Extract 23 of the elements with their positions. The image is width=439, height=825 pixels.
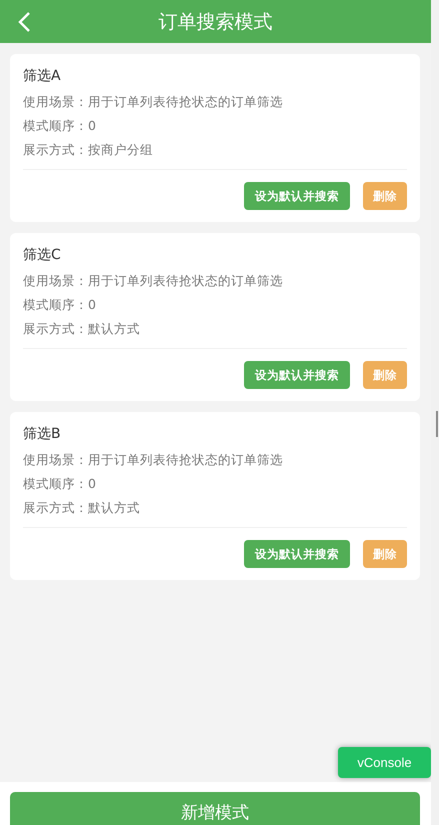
set-default-search-button[interactable]: 设为默认并搜索 [244, 540, 350, 568]
mode-detail: 使用场景：用于订单列表待抢状态的订单筛选 [23, 451, 284, 469]
mode-detail: 模式顺序：0 [23, 117, 97, 135]
mode-name: 筛选C [23, 246, 62, 265]
set-default-search-button[interactable]: 设为默认并搜索 [244, 361, 350, 389]
vconsole-button[interactable]: vConsole [338, 747, 431, 778]
mode-name: 筛选A [23, 67, 62, 86]
mode-detail: 使用场景：用于订单列表待抢状态的订单筛选 [23, 93, 284, 111]
page-title: 订单搜索模式 [158, 10, 272, 34]
delete-button[interactable]: 删除 [363, 540, 407, 568]
add-mode-button[interactable]: 新增模式 [10, 792, 420, 825]
delete-button[interactable]: 删除 [363, 361, 407, 389]
scrollbar-thumb[interactable] [436, 411, 438, 437]
mode-detail: 使用场景：用于订单列表待抢状态的订单筛选 [23, 272, 284, 290]
back-icon[interactable] [17, 12, 31, 32]
mode-detail: 展示方式：默认方式 [23, 499, 141, 517]
mode-name: 筛选B [23, 425, 62, 444]
mode-detail: 模式顺序：0 [23, 475, 97, 493]
mode-detail: 展示方式：默认方式 [23, 320, 141, 338]
mode-detail: 模式顺序：0 [23, 296, 97, 314]
delete-button[interactable]: 删除 [363, 182, 407, 210]
mode-detail: 展示方式：按商户分组 [23, 141, 154, 159]
set-default-search-button[interactable]: 设为默认并搜索 [244, 182, 350, 210]
